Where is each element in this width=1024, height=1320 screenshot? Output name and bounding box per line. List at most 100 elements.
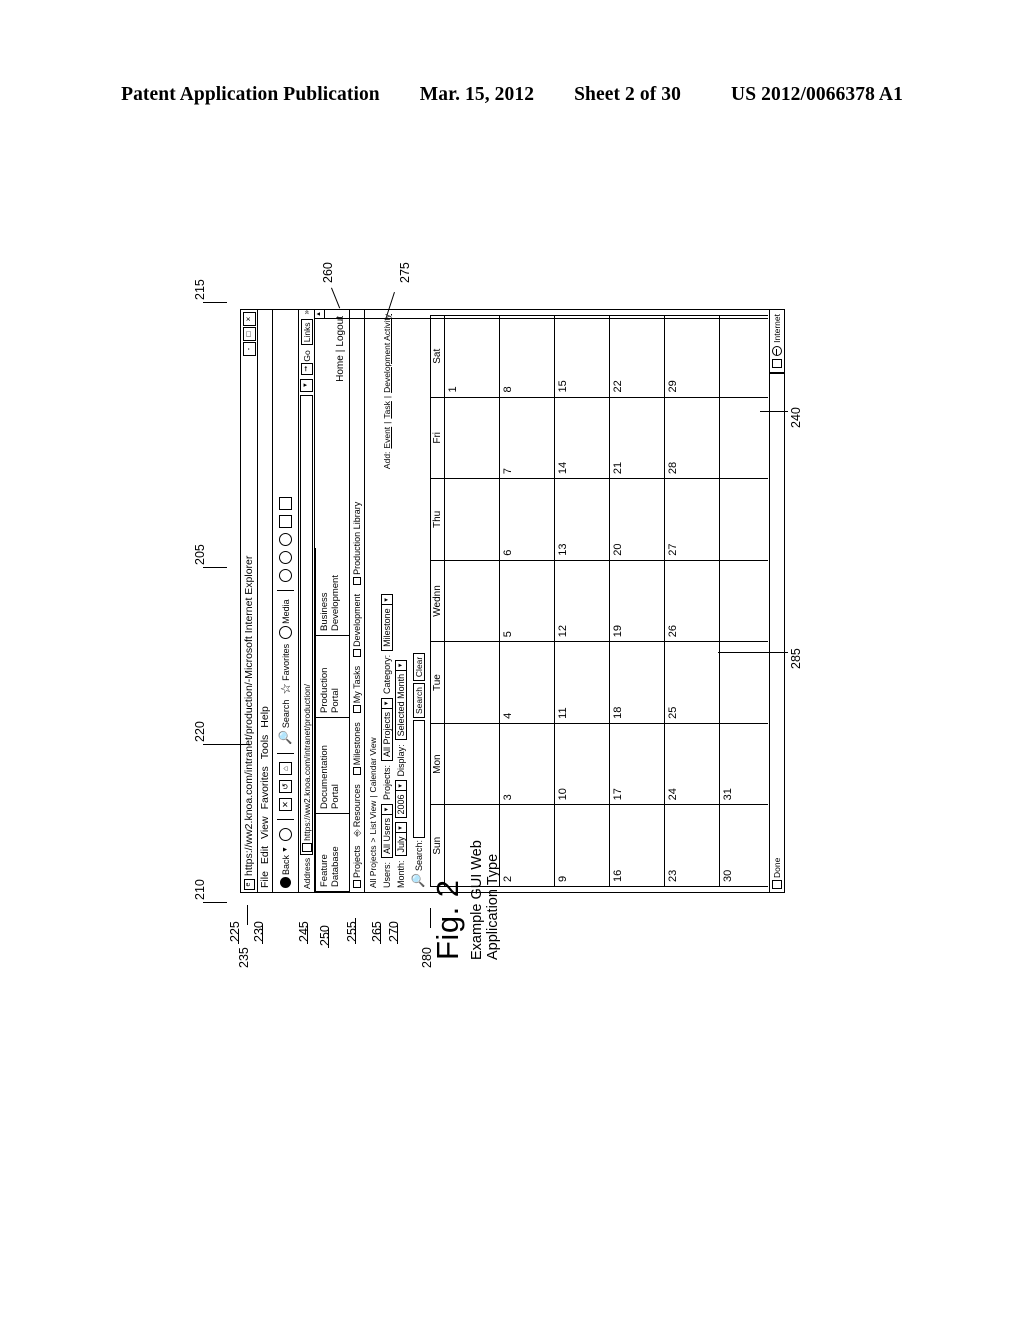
mail-icon[interactable] xyxy=(279,551,292,565)
add-event-link[interactable]: Event xyxy=(382,427,392,449)
history-icon[interactable] xyxy=(279,569,292,583)
category-filter-select[interactable]: Milestone ▼ xyxy=(381,594,393,651)
stop-icon[interactable]: ✕ xyxy=(279,798,292,812)
subnav-item-projects[interactable]: Projects xyxy=(352,845,362,888)
calendar-day-cell[interactable]: 6 xyxy=(500,478,554,560)
calendar-day-cell[interactable]: 11 xyxy=(555,641,609,723)
year-filter-select[interactable]: 2006 ▼ xyxy=(395,780,407,819)
calendar-day-cell[interactable]: 10 xyxy=(555,722,609,805)
subnav-item-development[interactable]: Development xyxy=(352,594,362,657)
tab-documentation-portal[interactable]: Documentation Portal xyxy=(315,718,349,814)
magnifier-icon: 🔍 xyxy=(278,730,292,746)
menu-item-edit[interactable]: Edit xyxy=(259,846,271,864)
calendar-day-cell[interactable]: 1 xyxy=(445,316,499,397)
toolbar-separator-2 xyxy=(277,753,294,755)
calendar-day-cell[interactable]: 12 xyxy=(555,559,609,642)
calendar-day-cell[interactable] xyxy=(445,559,499,642)
month-filter-select[interactable]: July ▼ xyxy=(395,822,407,857)
calendar-day-cell[interactable]: 25 xyxy=(665,641,719,723)
calendar-day-cell[interactable]: 15 xyxy=(555,316,609,397)
home-link[interactable]: Home xyxy=(335,355,346,382)
subnav-item-production-library[interactable]: Production Library xyxy=(352,502,362,585)
favorites-toolbar-button[interactable]: ☆ Favorites xyxy=(278,644,293,695)
search-toolbar-button[interactable]: 🔍 Search xyxy=(278,700,292,746)
calendar-day-cell[interactable] xyxy=(445,396,499,479)
users-filter-select[interactable]: All Users ▼ xyxy=(381,803,393,858)
calendar-day-cell[interactable]: 24 xyxy=(665,722,719,805)
menu-item-tools[interactable]: Tools xyxy=(259,735,271,760)
calendar-day-cell[interactable]: 22 xyxy=(610,316,664,397)
calendar-day-cell[interactable]: 5 xyxy=(500,559,554,642)
calendar-day-cell[interactable]: 23 xyxy=(665,804,719,886)
menu-item-favorites[interactable]: Favorites xyxy=(259,766,271,809)
tab-production-portal[interactable]: Production Portal xyxy=(315,636,349,718)
search-submit-button[interactable]: Search xyxy=(412,683,425,719)
calendar-day-cell[interactable]: 9 xyxy=(555,804,609,886)
calendar-day-cell[interactable] xyxy=(445,641,499,723)
calendar-day-cell[interactable]: 16 xyxy=(610,804,664,886)
edit-icon[interactable] xyxy=(279,515,292,529)
links-button[interactable]: Links xyxy=(300,319,313,346)
calendar-day-cell[interactable] xyxy=(720,396,768,479)
calendar-day-cell[interactable]: 8 xyxy=(500,316,554,397)
address-dropdown-icon[interactable]: ▼ xyxy=(300,378,313,392)
calendar-day-cell[interactable] xyxy=(445,478,499,560)
subnav-item-milestones[interactable]: Milestones xyxy=(352,722,362,776)
back-button[interactable]: Back ▼ xyxy=(280,846,291,888)
calendar-day-cell[interactable] xyxy=(720,641,768,723)
calendar-day-cell[interactable] xyxy=(720,559,768,642)
calendar-day-cell[interactable]: 13 xyxy=(555,478,609,560)
breadcrumb-root[interactable]: All Projects xyxy=(368,845,378,888)
calendar-day-cell[interactable]: 20 xyxy=(610,478,664,560)
calendar-day-cell[interactable]: 3 xyxy=(500,722,554,805)
calendar-day-cell[interactable]: 17 xyxy=(610,722,664,805)
calendar-day-cell[interactable]: 2 xyxy=(500,804,554,886)
breadcrumb-calendar-view[interactable]: Calendar View xyxy=(368,737,378,792)
calendar-day-cell[interactable]: 30 xyxy=(720,804,768,886)
minimize-button[interactable]: - xyxy=(242,342,256,356)
calendar-day-cell[interactable]: 26 xyxy=(665,559,719,642)
search-clear-button[interactable]: Clear xyxy=(412,652,425,682)
calendar-day-cell[interactable]: 18 xyxy=(610,641,664,723)
media-toolbar-button[interactable]: Media xyxy=(279,599,292,639)
zone-text: Internet xyxy=(772,314,782,343)
logout-link[interactable]: Logout xyxy=(335,316,346,347)
calendar-day-cell[interactable]: 19 xyxy=(610,559,664,642)
refresh-icon[interactable]: ↺ xyxy=(279,780,292,794)
address-input[interactable]: https://ww2.knoa.com/intranet/production… xyxy=(300,394,313,855)
calendar-day-cell[interactable]: 28 xyxy=(665,396,719,479)
globe-icon xyxy=(772,345,782,356)
menu-item-file[interactable]: File xyxy=(259,871,271,888)
calendar-day-cell[interactable]: 27 xyxy=(665,478,719,560)
calendar-day-cell[interactable] xyxy=(445,722,499,805)
calendar-day-cell[interactable]: 29 xyxy=(665,316,719,397)
breadcrumb-list-view[interactable]: List View xyxy=(368,801,378,835)
tab-business-development[interactable]: Business Development xyxy=(315,548,349,636)
display-filter-select[interactable]: Selected Month ▼ xyxy=(395,659,407,741)
tab-feature-database[interactable]: Feature Database xyxy=(315,814,349,892)
home-icon[interactable]: ⌂ xyxy=(279,762,292,776)
menu-item-help[interactable]: Help xyxy=(259,706,271,728)
messenger-icon[interactable] xyxy=(279,497,292,511)
calendar-day-cell[interactable]: 4 xyxy=(500,641,554,723)
subnav-item-my-tasks[interactable]: My Tasks xyxy=(352,666,362,714)
scroll-up-button[interactable]: ▲ xyxy=(315,310,325,318)
add-task-link[interactable]: Task xyxy=(382,401,392,418)
calendar-day-cell[interactable]: 14 xyxy=(555,396,609,479)
go-button[interactable]: ➞ Go xyxy=(300,350,313,375)
maximize-button[interactable]: □ xyxy=(242,327,256,341)
calendar-day-cell[interactable]: 7 xyxy=(500,396,554,479)
vertical-scrollbar[interactable]: ▲ xyxy=(315,310,768,319)
projects-filter-select[interactable]: All Projects ▼ xyxy=(381,697,393,761)
print-icon[interactable] xyxy=(279,533,292,547)
menu-item-view[interactable]: View xyxy=(259,816,271,839)
calendar-day-cell[interactable]: 21 xyxy=(610,396,664,479)
subnav-item-resources[interactable]: ⎆Resources xyxy=(352,784,363,836)
forward-button[interactable] xyxy=(279,828,292,842)
close-button[interactable]: × xyxy=(242,312,256,326)
add-development-activity-link[interactable]: Development Activity xyxy=(382,314,392,393)
calendar-day-cell[interactable]: 31 xyxy=(720,722,768,805)
calendar-day-cell[interactable] xyxy=(720,478,768,560)
search-input[interactable] xyxy=(412,720,425,839)
calendar-day-cell[interactable] xyxy=(720,316,768,397)
